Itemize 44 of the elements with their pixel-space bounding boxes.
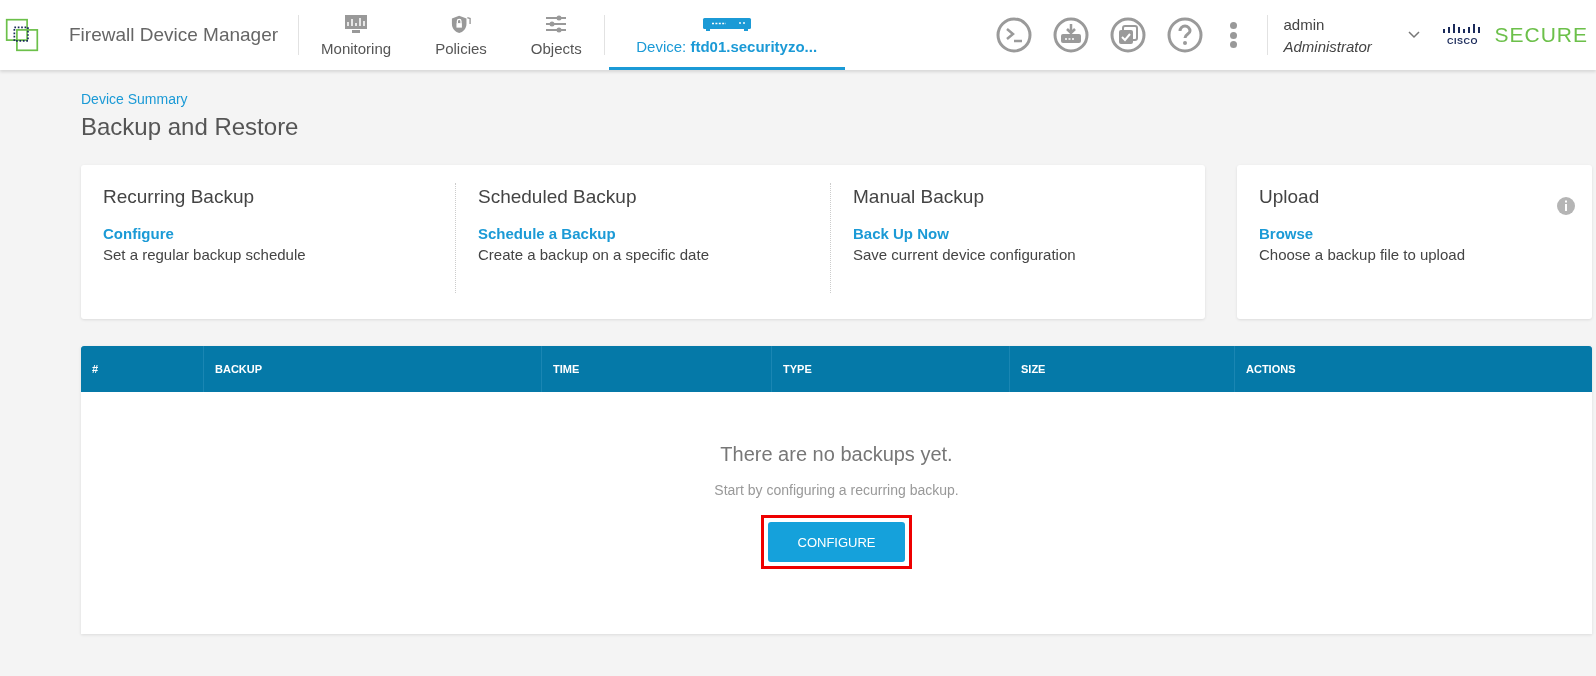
brand-product: SECURE: [1494, 23, 1588, 47]
option-link[interactable]: Browse: [1259, 225, 1570, 242]
option-description: Choose a backup file to upload: [1259, 246, 1466, 263]
chevron-down-icon[interactable]: [1408, 31, 1421, 39]
option-description: Set a regular backup schedule: [103, 246, 307, 263]
option-title: Recurring Backup: [103, 186, 256, 208]
nav-tab[interactable]: Objects: [508, 0, 604, 70]
option-title: Manual Backup: [853, 186, 985, 208]
empty-hint: Start by configuring a recurring backup.: [714, 482, 959, 498]
column-header: BACKUP: [203, 346, 541, 392]
column-header: TYPE: [771, 346, 1009, 392]
empty-title: There are no backups yet.: [720, 443, 953, 466]
device-icon: [701, 16, 752, 32]
sliders-icon: [544, 14, 569, 34]
option-title: Upload: [1259, 186, 1320, 208]
help-icon[interactable]: [1167, 17, 1204, 53]
user-role: Administrator: [1283, 37, 1373, 55]
terminal-icon[interactable]: [996, 17, 1033, 53]
download-icon[interactable]: [1053, 17, 1090, 53]
bars-logo-icon: [1442, 24, 1483, 36]
column-header: SIZE: [1009, 346, 1234, 392]
info-icon[interactable]: [1556, 195, 1576, 216]
option-title: Scheduled Backup: [478, 186, 638, 208]
option-link[interactable]: Configure: [103, 225, 433, 242]
option-description: Create a backup on a specific date: [478, 246, 710, 263]
user-name: admin: [1283, 15, 1326, 33]
nav-tab[interactable]: Monitoring: [299, 0, 414, 70]
monitor-icon: [344, 14, 369, 34]
column-header: #: [91, 362, 100, 377]
page-title: Backup and Restore: [81, 113, 300, 141]
nav-tab[interactable]: Device: ftd01.securityzo...: [608, 0, 845, 70]
column-header: ACTIONS: [1234, 346, 1592, 392]
option-description: Save current device configuration: [853, 246, 1077, 263]
brand-wordmark: CISCO: [1446, 36, 1478, 46]
app-logo-icon: [5, 18, 39, 52]
option-link[interactable]: Schedule a Backup: [478, 225, 808, 242]
nav-tab[interactable]: Policies: [413, 0, 509, 70]
app-title: Firewall Device Manager: [69, 24, 279, 46]
option-link[interactable]: Back Up Now: [853, 225, 1183, 242]
breadcrumb-link[interactable]: Device Summary: [81, 91, 1592, 107]
task-list-icon[interactable]: [1110, 17, 1147, 53]
more-menu-icon[interactable]: [1229, 22, 1238, 48]
configure-button[interactable]: CONFIGURE: [768, 522, 905, 562]
column-header: TIME: [541, 346, 771, 392]
